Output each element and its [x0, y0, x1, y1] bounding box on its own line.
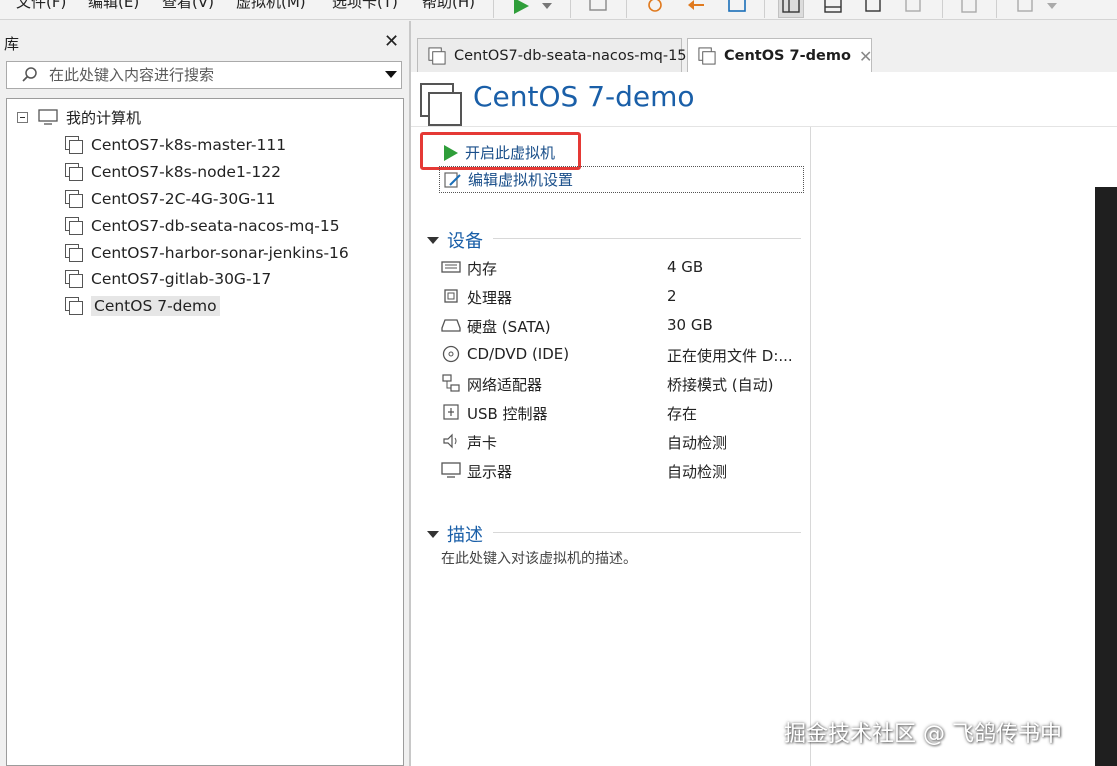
show-library-button[interactable]	[778, 0, 804, 18]
watermark: 掘金技术社区 @ 飞鸽传书中	[784, 722, 1062, 747]
device-row-cd-dvd[interactable]: CD/DVD (IDE) 正在使用文件 D:...	[441, 343, 801, 365]
tree-root-my-computer[interactable]: 我的计算机	[17, 107, 141, 127]
menu-bar: 文件(F) 编辑(E) 查看(V) 虚拟机(M) 选项卡(T) 帮助(H)	[0, 0, 1117, 20]
power-on-toolbar-button[interactable]	[508, 0, 534, 18]
keyboard-icon	[589, 0, 607, 11]
console-view-button[interactable]	[956, 0, 982, 18]
memory-icon	[441, 261, 461, 273]
chevron-down-icon	[542, 3, 552, 9]
usb-icon	[443, 404, 459, 420]
vm-item-centos-demo[interactable]: CentOS 7-demo	[63, 293, 349, 320]
library-search-box[interactable]	[6, 61, 402, 89]
menu-edit[interactable]: 编辑(E)	[88, 0, 139, 12]
search-icon	[22, 67, 37, 82]
device-row-usb[interactable]: USB 控制器 存在	[441, 401, 801, 423]
edit-settings-icon	[444, 171, 461, 188]
fullscreen-icon	[865, 0, 881, 12]
speaker-icon	[443, 433, 457, 449]
collapse-arrow-icon[interactable]	[427, 236, 439, 244]
power-dropdown-button[interactable]	[538, 0, 556, 18]
vm-item-2c-4g[interactable]: CentOS7-2C-4G-30G-11	[63, 186, 349, 213]
unity-icon	[905, 0, 921, 12]
hard-disk-icon	[441, 319, 461, 332]
snapshot-manager-button[interactable]	[724, 0, 750, 18]
stretch-icon	[1017, 0, 1033, 12]
close-library-icon[interactable]: ✕	[384, 31, 399, 52]
description-placeholder[interactable]: 在此处键入对该虚拟机的描述。	[441, 548, 637, 568]
vm-item-k8s-node1[interactable]: CentOS7-k8s-node1-122	[63, 159, 349, 186]
library-layout-icon	[782, 0, 800, 13]
close-tab-icon[interactable]: ✕	[859, 47, 872, 66]
menu-help[interactable]: 帮助(H)	[422, 0, 475, 12]
tree-root-label: 我的计算机	[66, 108, 142, 127]
menu-vm[interactable]: 虚拟机(M)	[236, 0, 306, 12]
vm-tree: 我的计算机 CentOS7-k8s-master-111 CentOS7-k8s…	[6, 98, 404, 766]
vm-summary-page: CentOS 7-demo 开启此虚拟机 编辑虚拟机设置 设备 内存 4 GB …	[411, 72, 1117, 766]
device-row-network[interactable]: 网络适配器 桥接模式 (自动)	[441, 372, 801, 394]
unity-button[interactable]	[900, 0, 926, 18]
vm-icon	[65, 243, 83, 262]
devices-section-header[interactable]: 设备	[427, 227, 483, 253]
edit-vm-settings-link[interactable]: 编辑虚拟机设置	[439, 166, 804, 193]
fullscreen-button[interactable]	[860, 0, 886, 18]
vm-large-icon	[420, 83, 462, 126]
collapse-arrow-icon[interactable]	[427, 530, 439, 538]
network-icon	[442, 374, 460, 392]
device-row-memory[interactable]: 内存 4 GB	[441, 256, 801, 278]
snapshot-button[interactable]	[642, 0, 668, 18]
power-on-vm-link[interactable]: 开启此虚拟机	[444, 142, 555, 163]
vm-list: CentOS7-k8s-master-111 CentOS7-k8s-node1…	[63, 132, 349, 320]
stretch-view-button[interactable]	[1012, 0, 1038, 18]
vm-icon	[698, 47, 716, 65]
vm-item-harbor[interactable]: CentOS7-harbor-sonar-jenkins-16	[63, 239, 349, 266]
revert-icon	[688, 0, 704, 10]
tab-bar: CentOS7-db-seata-nacos-mq-15 ✕ CentOS 7-…	[411, 21, 1117, 73]
vm-icon	[65, 163, 83, 182]
play-icon	[514, 0, 529, 14]
device-row-hard-disk[interactable]: 硬盘 (SATA) 30 GB	[441, 314, 801, 336]
vm-icon	[65, 216, 83, 235]
tab-db-seata[interactable]: CentOS7-db-seata-nacos-mq-15 ✕	[417, 38, 708, 72]
library-title: 库	[4, 35, 20, 53]
menu-tabs[interactable]: 选项卡(T)	[332, 0, 398, 12]
vm-title: CentOS 7-demo	[473, 80, 695, 113]
thumbnail-layout-icon	[824, 0, 842, 13]
snapshot-icon	[648, 0, 662, 12]
vm-preview-thumbnail[interactable]	[1095, 187, 1117, 766]
device-row-display[interactable]: 显示器 自动检测	[441, 459, 801, 481]
vm-item-gitlab[interactable]: CentOS7-gitlab-30G-17	[63, 266, 349, 293]
device-row-sound[interactable]: 声卡 自动检测	[441, 430, 801, 452]
cpu-icon	[444, 289, 458, 303]
computer-icon	[38, 109, 58, 125]
menu-file[interactable]: 文件(F)	[16, 0, 66, 12]
collapse-icon[interactable]	[17, 111, 28, 123]
chevron-down-icon	[1047, 3, 1057, 9]
send-keys-button[interactable]	[586, 0, 612, 18]
play-icon	[444, 144, 458, 161]
vm-icon	[65, 270, 83, 289]
vm-icon	[65, 136, 83, 155]
thumbnail-bar-button[interactable]	[820, 0, 846, 18]
vm-item-db-seata[interactable]: CentOS7-db-seata-nacos-mq-15	[63, 212, 349, 239]
vm-icon	[428, 46, 446, 65]
monitor-icon	[441, 462, 461, 478]
search-dropdown-icon[interactable]	[385, 71, 397, 78]
vm-icon	[65, 189, 83, 208]
search-input[interactable]	[49, 65, 379, 85]
vm-item-k8s-master[interactable]: CentOS7-k8s-master-111	[63, 132, 349, 159]
revert-snapshot-button[interactable]	[684, 0, 710, 18]
cd-dvd-icon	[442, 345, 460, 363]
tab-centos-demo[interactable]: CentOS 7-demo ✕	[687, 38, 872, 73]
library-panel: 库 ✕ 我的计算机 CentOS7-k8s-master-111 CentOS7…	[0, 21, 409, 766]
description-section-header[interactable]: 描述	[427, 521, 483, 547]
device-row-processor[interactable]: 处理器 2	[441, 285, 801, 307]
snapshot-manager-icon	[728, 0, 746, 12]
console-icon	[961, 0, 977, 13]
menu-view[interactable]: 查看(V)	[162, 0, 214, 12]
stretch-dropdown-button[interactable]	[1044, 0, 1060, 18]
vm-icon	[65, 297, 83, 316]
